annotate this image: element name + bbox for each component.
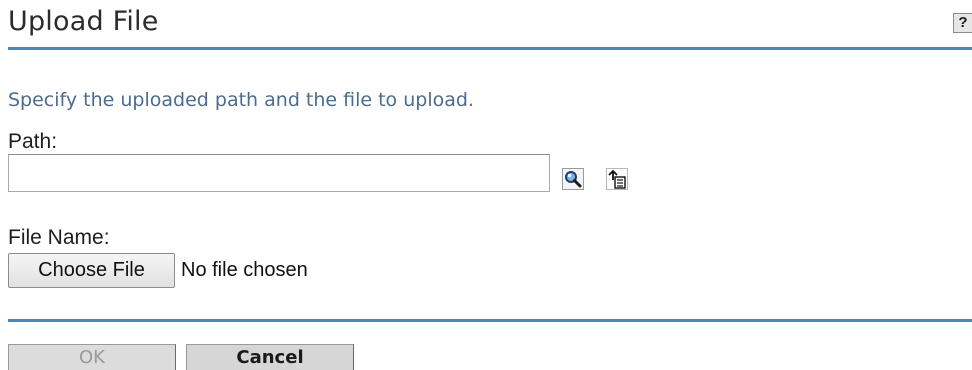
path-label: Path: xyxy=(8,130,58,153)
path-input[interactable] xyxy=(8,154,550,192)
search-icon xyxy=(562,168,584,190)
help-button[interactable]: ? xyxy=(953,13,972,33)
file-status-text: No file chosen xyxy=(181,259,308,281)
browse-tree-icon xyxy=(606,168,628,190)
header-divider xyxy=(8,47,972,50)
instructions-text: Specify the uploaded path and the file t… xyxy=(8,89,474,111)
path-browse-button[interactable] xyxy=(606,168,628,190)
footer-divider xyxy=(8,319,972,322)
ok-button[interactable]: OK xyxy=(8,344,176,370)
choose-file-button[interactable]: Choose File xyxy=(8,253,175,288)
cancel-button[interactable]: Cancel xyxy=(186,344,354,370)
file-name-label: File Name: xyxy=(8,226,110,249)
page-title: Upload File xyxy=(8,6,159,37)
path-search-button[interactable] xyxy=(562,168,584,190)
